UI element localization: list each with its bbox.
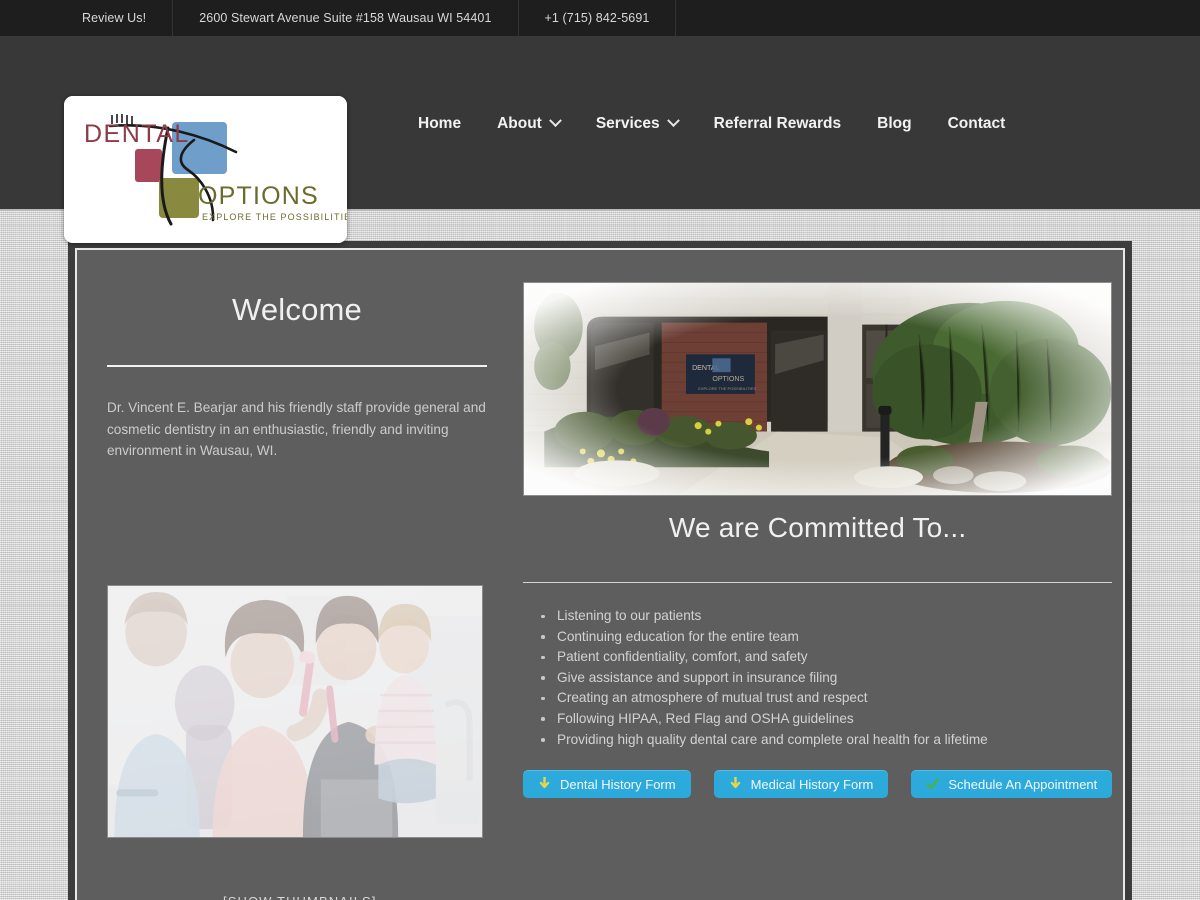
building-photo-graphic: DENTAL OPTIONS EXPLORE THE POSSIBILITIES <box>524 283 1112 495</box>
content-panel-frame: Welcome Dr. Vincent E. Bearjar and his f… <box>68 241 1132 900</box>
svg-text:EXPLORE THE POSSIBILITIES: EXPLORE THE POSSIBILITIES <box>202 212 347 222</box>
nav-label: About <box>497 114 542 132</box>
nav-label: Contact <box>947 114 1006 132</box>
committed-divider <box>523 582 1113 583</box>
list-item: Patient confidentiality, comfort, and sa… <box>533 647 1112 668</box>
dental-history-form-button[interactable]: Dental History Form <box>523 770 691 799</box>
list-item: Listening to our patients <box>533 606 1112 627</box>
schedule-appointment-button[interactable]: Schedule An Appointment <box>911 770 1113 799</box>
site-header: DENTAL OPTIONS EXPLORE THE POSSIBILITIES… <box>0 36 1200 243</box>
family-photo-graphic <box>108 585 482 837</box>
logo-graphic: DENTAL OPTIONS EXPLORE THE POSSIBILITIES <box>64 96 347 243</box>
download-arrow-icon <box>539 777 550 789</box>
nav-item-referral-rewards[interactable]: Referral Rewards <box>696 109 860 139</box>
page-title: Welcome <box>231 292 363 327</box>
nav-label: Services <box>595 114 660 132</box>
nav-item-blog[interactable]: Blog <box>859 109 929 139</box>
main-navigation: Home About Services Referral Rewards Blo… <box>400 36 1023 211</box>
nav-label: Blog <box>877 114 912 132</box>
show-thumbnails-toggle[interactable]: [SHOW THUMBNAILS] <box>107 894 487 900</box>
phone-number[interactable]: +1 (715) 842-5691 <box>519 0 676 36</box>
office-building-photo: DENTAL OPTIONS EXPLORE THE POSSIBILITIES <box>523 282 1113 496</box>
button-label: Schedule An Appointment <box>948 776 1098 792</box>
page-content-area: Welcome Dr. Vincent E. Bearjar and his f… <box>0 211 1200 900</box>
top-contact-bar: Review Us! 2600 Stewart Avenue Suite #15… <box>0 0 1200 36</box>
content-panel-inner-border: Welcome Dr. Vincent E. Bearjar and his f… <box>75 248 1125 900</box>
commitments-list: Listening to our patients Continuing edu… <box>523 606 1112 750</box>
nav-label: Home <box>418 114 462 132</box>
list-item: Following HIPAA, Red Flag and OSHA guide… <box>533 709 1112 730</box>
site-logo[interactable]: DENTAL OPTIONS EXPLORE THE POSSIBILITIES <box>64 96 347 243</box>
nav-label: Referral Rewards <box>713 114 842 132</box>
check-icon <box>926 778 940 790</box>
address-text: 2600 Stewart Avenue Suite #158 Wausau WI… <box>199 11 492 25</box>
committed-heading: We are Committed To... <box>668 512 967 543</box>
download-arrow-icon <box>730 777 740 789</box>
family-dental-photo <box>107 584 483 838</box>
topbar-divider <box>675 0 677 36</box>
list-item: Providing high quality dental care and c… <box>533 730 1112 751</box>
review-us-link[interactable]: Review Us! <box>56 0 172 36</box>
nav-item-contact[interactable]: Contact <box>930 109 1024 139</box>
chevron-down-icon <box>548 114 562 128</box>
svg-text:DENTAL: DENTAL <box>84 120 190 148</box>
button-label: Dental History Form <box>560 776 676 792</box>
left-column: Welcome Dr. Vincent E. Bearjar and his f… <box>107 276 487 900</box>
chevron-down-icon <box>666 114 680 128</box>
medical-history-form-button[interactable]: Medical History Form <box>713 770 889 799</box>
title-divider <box>107 365 487 367</box>
content-panel: Welcome Dr. Vincent E. Bearjar and his f… <box>77 250 1123 900</box>
nav-item-home[interactable]: Home <box>400 109 479 139</box>
welcome-paragraph: Dr. Vincent E. Bearjar and his friendly … <box>107 400 486 458</box>
nav-item-about[interactable]: About <box>479 109 578 139</box>
list-item: Creating an atmosphere of mutual trust a… <box>533 688 1112 709</box>
action-button-row: Dental History Form Medical History Form… <box>523 770 1113 799</box>
list-item: Give assistance and support in insurance… <box>533 668 1112 689</box>
svg-text:OPTIONS: OPTIONS <box>198 182 319 210</box>
nav-item-services[interactable]: Services <box>578 109 696 139</box>
list-item: Continuing education for the entire team <box>533 627 1112 648</box>
button-label: Medical History Form <box>750 776 874 792</box>
right-column: DENTAL OPTIONS EXPLORE THE POSSIBILITIES <box>523 276 1113 900</box>
